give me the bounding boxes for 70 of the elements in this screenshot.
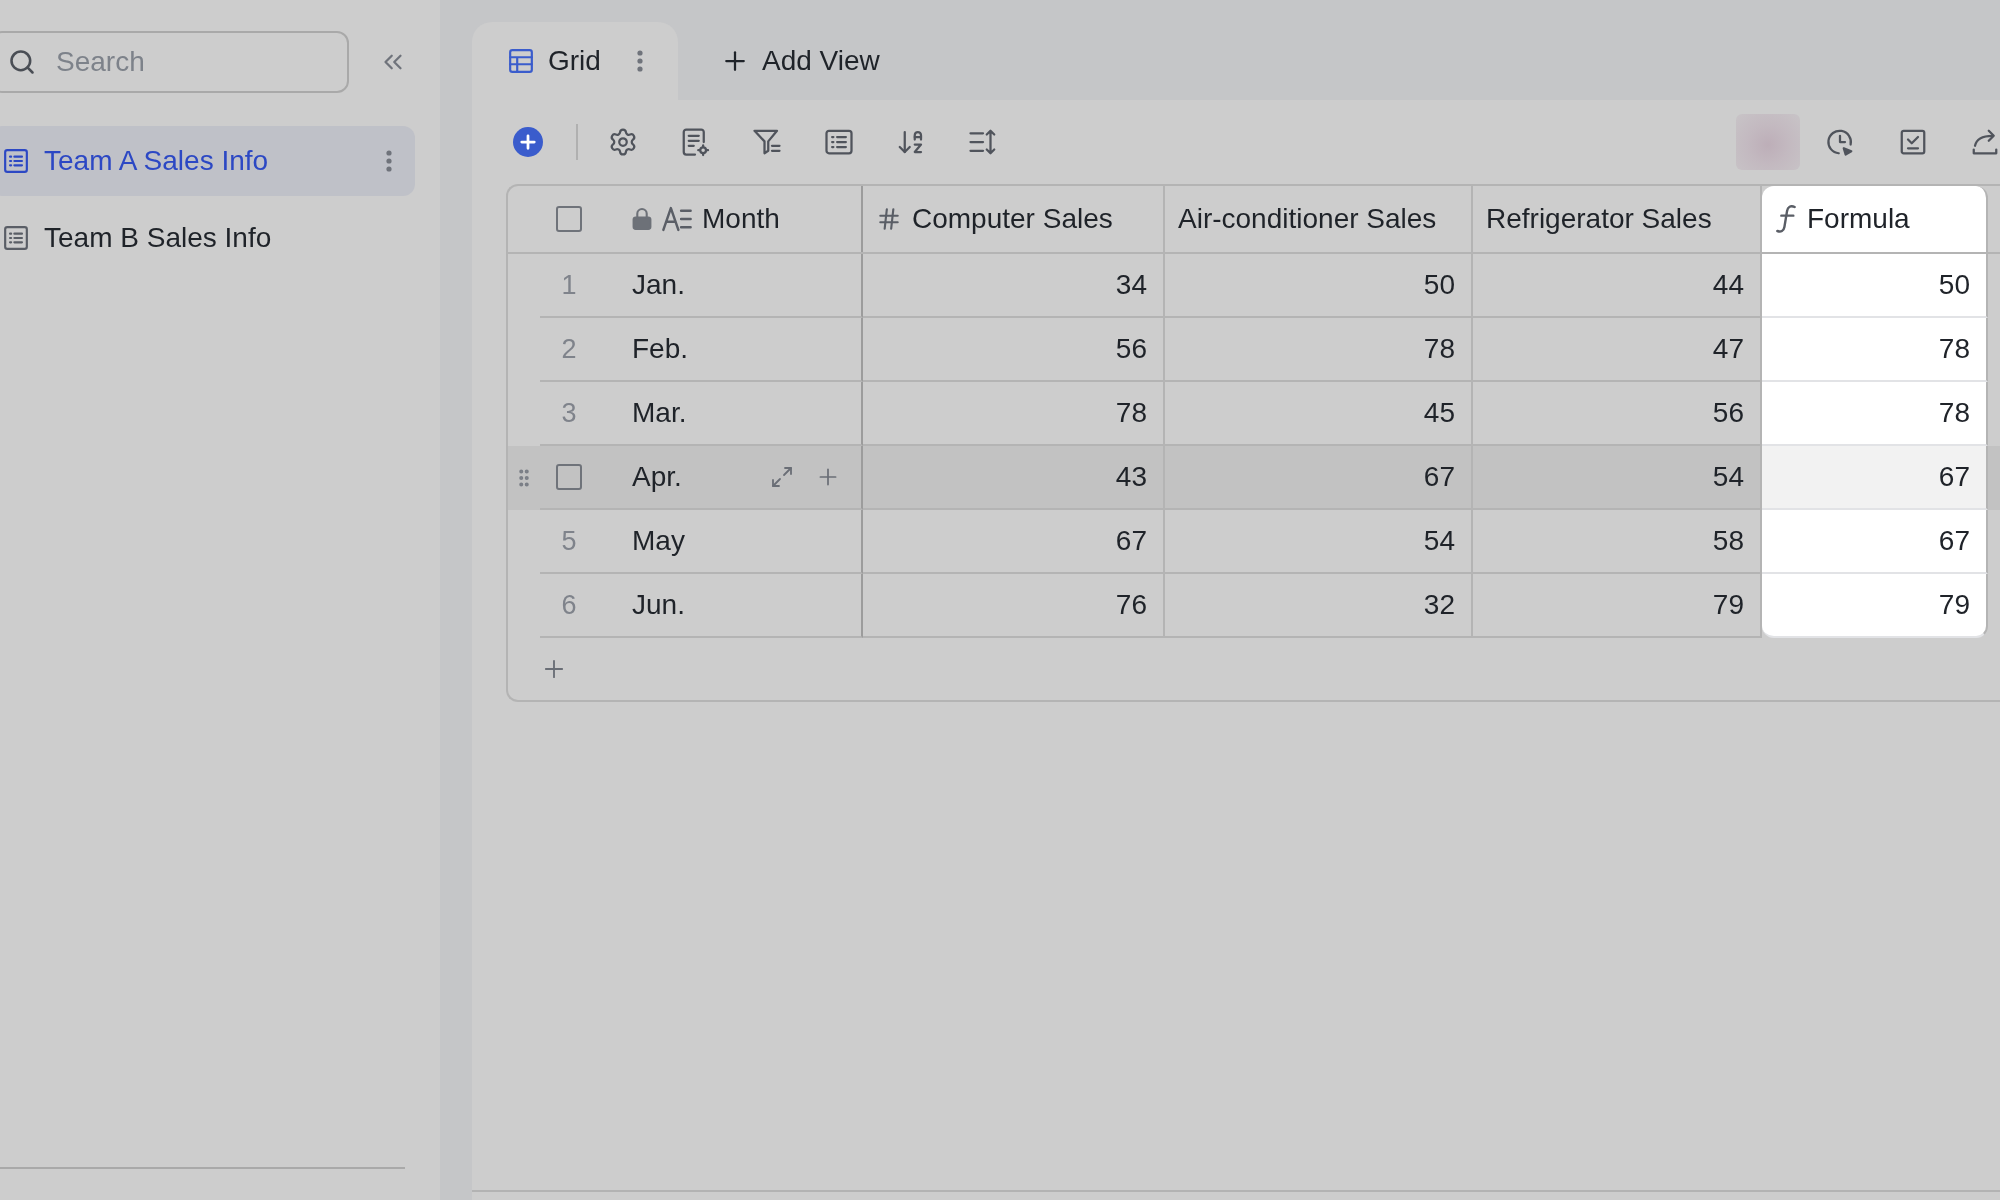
more-button[interactable] [385, 149, 393, 173]
list-button[interactable] [824, 127, 854, 157]
sidebar-item[interactable]: Team A Sales Info [0, 126, 415, 196]
search-field[interactable]: Search [0, 31, 349, 93]
table-cell: 78 [1165, 318, 1473, 382]
row-number: 2 [561, 333, 577, 365]
column-header[interactable]: Month [598, 186, 863, 252]
table-cell: 34 [863, 254, 1165, 318]
more-vertical-icon [637, 50, 643, 72]
row-number: 1 [561, 269, 577, 301]
view-tab[interactable]: Grid [472, 22, 678, 100]
expand-record-button[interactable] [769, 464, 795, 490]
checkbox[interactable] [556, 464, 582, 490]
column-header[interactable]: Formula [1762, 186, 1988, 252]
list-document-icon [3, 225, 29, 251]
list-icon [824, 127, 854, 157]
share-icon [1970, 127, 2000, 157]
row-number: 3 [561, 397, 577, 429]
hash-icon [876, 206, 902, 232]
row-height-icon [968, 127, 998, 157]
row-number: 5 [561, 525, 577, 557]
checkbox[interactable] [556, 206, 582, 232]
history-button[interactable] [1825, 127, 1855, 157]
document-gear-icon [680, 127, 710, 157]
add-view-button[interactable]: Add View [720, 22, 880, 100]
more-button[interactable] [636, 49, 644, 73]
cell-text: Apr. [632, 461, 682, 493]
text-type-icon [662, 206, 692, 232]
column-header[interactable]: Air-conditioner Sales [1165, 186, 1473, 252]
row-number: 6 [561, 589, 577, 621]
table-cell: 43 [863, 446, 1165, 510]
table-cell: 67 [1762, 446, 1988, 510]
share-button[interactable] [1970, 127, 2000, 157]
table-cell: 56 [863, 318, 1165, 382]
table-cell: Jun. [598, 574, 863, 638]
table-cell: 67 [863, 510, 1165, 574]
table-cell: 54 [1165, 510, 1473, 574]
settings-button[interactable] [608, 127, 638, 157]
table-cell: 50 [1762, 254, 1988, 318]
plus-circle-icon [513, 127, 543, 157]
table-cell: 78 [1762, 382, 1988, 446]
column-header[interactable]: Computer Sales [863, 186, 1165, 252]
table-cell: 79 [1762, 574, 1988, 638]
gear-icon [608, 127, 638, 157]
table-cell: 67 [1762, 510, 1988, 574]
table-cell: Jan. [598, 254, 863, 318]
function-icon [1775, 205, 1797, 233]
filter-icon [752, 127, 782, 157]
lock-icon [632, 208, 652, 230]
table-cell: Feb. [598, 318, 863, 382]
more-vertical-icon [386, 150, 392, 172]
search-icon [8, 48, 36, 76]
checklist-button[interactable] [1898, 127, 1928, 157]
avatar-placeholder [1736, 114, 1800, 170]
clock-arrow-icon [1825, 127, 1855, 157]
check-square-icon [1898, 127, 1928, 157]
add-record-button[interactable] [513, 127, 543, 157]
list-document-icon [3, 148, 29, 174]
table-cell: 78 [1762, 318, 1988, 382]
row-height-button[interactable] [968, 127, 998, 157]
table-cell: May [598, 510, 863, 574]
table-cell: 76 [863, 574, 1165, 638]
table-cell: 50 [1165, 254, 1473, 318]
filter-button[interactable] [752, 127, 782, 157]
form-settings-button[interactable] [680, 127, 710, 157]
table-cell: 32 [1165, 574, 1473, 638]
table-cell: 67 [1165, 446, 1473, 510]
expand-icon [770, 465, 794, 489]
table-grid-icon [508, 48, 534, 74]
sidebar-item[interactable]: Team B Sales Info [0, 203, 415, 273]
